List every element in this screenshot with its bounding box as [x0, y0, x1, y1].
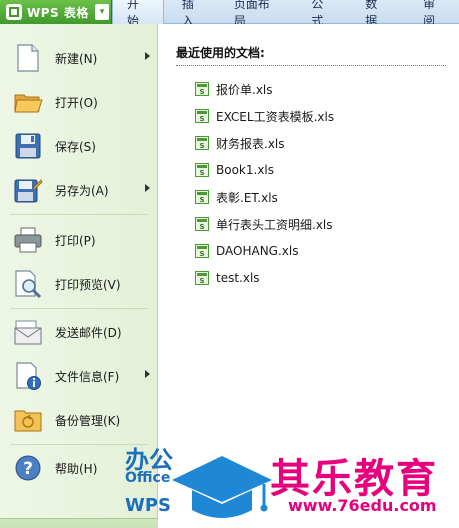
help-icon: ?	[12, 452, 44, 484]
file-info-icon	[12, 360, 44, 392]
save-as-icon	[12, 174, 44, 206]
svg-text:?: ?	[23, 459, 33, 479]
spreadsheet-file-icon: S	[195, 190, 209, 204]
submenu-arrow-icon	[145, 184, 150, 192]
printer-icon	[12, 224, 44, 256]
recent-file-item[interactable]: S test.xls	[194, 268, 260, 288]
spreadsheet-file-icon: S	[195, 82, 209, 96]
menu-item-label: 打印(P)	[55, 233, 96, 248]
recent-file-name: 表彰.ET.xls	[216, 190, 278, 205]
menu-item-send-mail[interactable]: 发送邮件(D)	[0, 312, 158, 352]
svg-text:S: S	[199, 115, 204, 123]
recent-file-item[interactable]: S 报价单.xls	[194, 79, 273, 99]
recent-file-item[interactable]: S DAOHANG.xls	[194, 241, 298, 261]
spreadsheet-file-icon: S	[195, 217, 209, 231]
menu-item-label: 保存(S)	[55, 139, 96, 154]
menu-item-label: 打印预览(V)	[55, 277, 121, 292]
submenu-arrow-icon	[145, 52, 150, 60]
recent-file-item[interactable]: S EXCEL工资表模板.xls	[194, 106, 334, 126]
recent-file-name: 报价单.xls	[216, 82, 273, 97]
menu-item-label: 打开(O)	[55, 95, 98, 110]
tab-page-layout[interactable]: 页面布局	[218, 0, 294, 28]
menu-item-print-preview[interactable]: 打印预览(V)	[0, 264, 158, 304]
menu-item-open[interactable]: 打开(O)	[0, 82, 158, 122]
spreadsheet-file-icon: S	[195, 244, 209, 258]
tab-insert[interactable]: 插入	[164, 0, 218, 28]
recent-file-name: test.xls	[216, 271, 260, 285]
menu-item-file-info[interactable]: 文件信息(F)	[0, 356, 158, 396]
open-folder-icon	[12, 86, 44, 118]
menu-item-label: 新建(N)	[55, 51, 98, 66]
recent-documents-title: 最近使用的文档:	[176, 46, 265, 60]
menu-separator	[10, 308, 148, 309]
submenu-arrow-icon	[145, 370, 150, 378]
recent-file-item[interactable]: S 单行表头工资明细.xls	[194, 214, 333, 234]
app-menu-button[interactable]: WPS 表格 ▾	[0, 0, 112, 24]
spreadsheet-file-icon: S	[195, 136, 209, 150]
wps-logo-icon	[6, 4, 22, 20]
tab-review[interactable]: 审阅	[401, 0, 459, 28]
menu-item-new[interactable]: 新建(N)	[0, 38, 158, 78]
menu-item-label: 另存为(A)	[55, 183, 109, 198]
svg-text:S: S	[199, 277, 204, 285]
tab-data[interactable]: 数据	[347, 0, 401, 28]
save-disk-icon	[12, 130, 44, 162]
tab-start[interactable]: 开始	[112, 0, 164, 28]
svg-text:S: S	[199, 196, 204, 204]
tab-formula[interactable]: 公式	[293, 0, 347, 28]
mail-envelope-icon	[12, 316, 44, 348]
office-watermark-line3: WPS	[125, 495, 172, 516]
svg-text:S: S	[199, 250, 204, 258]
menu-separator	[10, 214, 148, 215]
svg-text:S: S	[199, 142, 204, 150]
spreadsheet-file-icon: S	[195, 109, 209, 123]
recent-file-item[interactable]: S 表彰.ET.xls	[194, 187, 278, 207]
menu-item-label: 帮助(H)	[55, 461, 98, 476]
recent-file-item[interactable]: S 财务报表.xls	[194, 133, 285, 153]
menu-item-save-as[interactable]: 另存为(A)	[0, 170, 158, 210]
new-document-icon	[12, 42, 44, 74]
office-watermark-line2: Office	[125, 470, 171, 486]
recent-file-name: 单行表头工资明细.xls	[216, 217, 333, 232]
recent-file-name: Book1.xls	[216, 163, 275, 177]
spreadsheet-file-icon: S	[195, 163, 209, 177]
title-bar: WPS 表格 ▾ 开始 插入 页面布局 公式 数据 审阅	[0, 0, 459, 28]
recent-file-name: 财务报表.xls	[216, 136, 285, 151]
print-preview-icon	[12, 268, 44, 300]
menu-item-print[interactable]: 打印(P)	[0, 220, 158, 260]
svg-text:S: S	[199, 169, 204, 177]
chevron-down-icon[interactable]: ▾	[95, 4, 109, 20]
recent-file-name: EXCEL工资表模板.xls	[216, 109, 335, 124]
recent-divider	[176, 65, 446, 66]
recent-file-name: DAOHANG.xls	[216, 244, 299, 258]
spreadsheet-file-icon: S	[195, 271, 209, 285]
app-title: WPS 表格	[27, 5, 89, 20]
backup-folder-icon	[12, 404, 44, 436]
menu-item-label: 文件信息(F)	[55, 369, 120, 384]
recent-file-item[interactable]: S Book1.xls	[194, 160, 274, 180]
svg-text:S: S	[199, 223, 204, 231]
menu-item-save[interactable]: 保存(S)	[0, 126, 158, 166]
ribbon-tabs: 开始 插入 页面布局 公式 数据 审阅	[112, 0, 459, 28]
menu-item-label: 备份管理(K)	[55, 413, 121, 428]
menu-item-backup[interactable]: 备份管理(K)	[0, 400, 158, 440]
site-url-watermark: www.76edu.com	[288, 496, 437, 515]
menu-item-label: 发送邮件(D)	[55, 325, 122, 340]
svg-text:S: S	[199, 88, 204, 96]
